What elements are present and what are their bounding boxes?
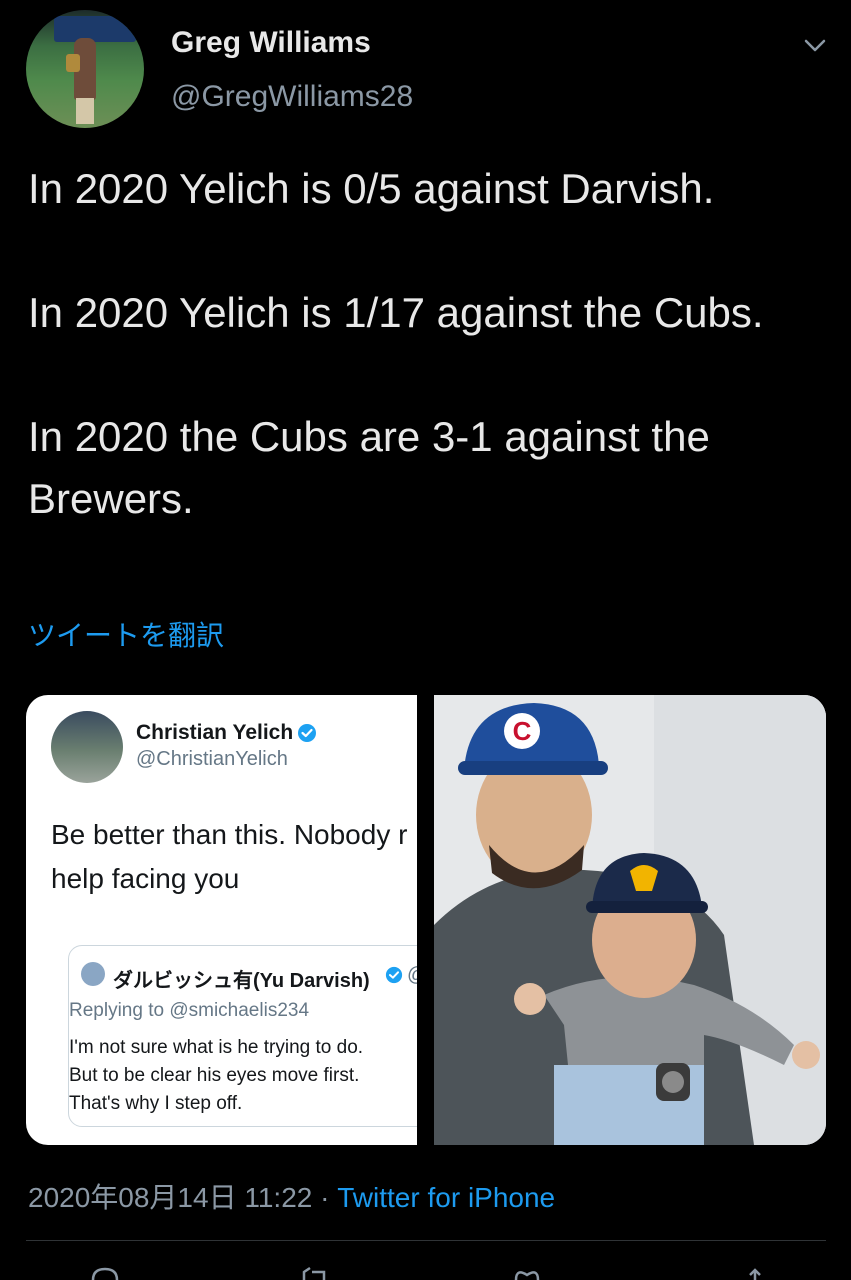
tweet-source-link[interactable]: Twitter for iPhone bbox=[337, 1182, 555, 1213]
author-handle[interactable]: @GregWilliams28 bbox=[171, 80, 413, 114]
avatar-trophy bbox=[66, 54, 80, 72]
avatar-legs bbox=[76, 98, 94, 124]
verified-badge-icon bbox=[385, 966, 403, 984]
media-image-photo[interactable]: C bbox=[434, 695, 826, 1145]
reply-icon[interactable] bbox=[90, 1266, 120, 1280]
quoted-tweet-text: I'm not sure what is he trying to do. Bu… bbox=[69, 1037, 364, 1114]
cubs-logo-text: C bbox=[513, 716, 532, 746]
avatar-banner bbox=[54, 16, 136, 42]
author-name[interactable]: Greg Williams bbox=[171, 26, 371, 60]
chevron-down-icon[interactable] bbox=[802, 32, 828, 58]
embedded-author-name: Christian Yelich bbox=[136, 721, 294, 744]
embedded-author-handle: @ChristianYelich bbox=[136, 748, 288, 770]
author-avatar[interactable] bbox=[26, 10, 144, 128]
tweet-media[interactable]: Christian Yelich @ChristianYelich Be bet… bbox=[26, 695, 826, 1145]
tweet-timestamp-line: 2020年08月14日 11:22 · Twitter for iPhone bbox=[28, 1176, 555, 1216]
translate-tweet-link[interactable]: ツイートを翻訳 bbox=[28, 614, 224, 654]
tweet-timestamp[interactable]: 2020年08月14日 11:22 bbox=[28, 1182, 312, 1213]
divider bbox=[26, 1240, 826, 1241]
embedded-author-avatar bbox=[51, 711, 123, 783]
tweet-text: In 2020 Yelich is 0/5 against Darvish. I… bbox=[28, 165, 764, 522]
separator: · bbox=[312, 1182, 338, 1213]
quoted-author-avatar bbox=[81, 962, 105, 986]
share-icon[interactable] bbox=[740, 1266, 770, 1280]
tweet-header: Greg Williams @GregWilliams28 bbox=[26, 10, 826, 130]
verified-badge-icon bbox=[298, 724, 316, 742]
quoted-tweet: ダルビッシュ有(Yu Darvish) @ Replying to @smich… bbox=[68, 945, 417, 1127]
media-image-screenshot[interactable]: Christian Yelich @ChristianYelich Be bet… bbox=[26, 695, 417, 1145]
edited-photo: C bbox=[434, 695, 826, 1145]
embedded-tweet-text: Be better than this. Nobody r help facin… bbox=[51, 819, 408, 894]
replying-to-text: Replying to @smichaelis234 bbox=[69, 1000, 310, 1021]
like-icon[interactable] bbox=[512, 1266, 542, 1280]
quoted-author-name: ダルビッシュ有(Yu Darvish) bbox=[113, 970, 370, 992]
retweet-icon[interactable] bbox=[300, 1266, 330, 1280]
quoted-author-handle: @ bbox=[407, 964, 417, 987]
